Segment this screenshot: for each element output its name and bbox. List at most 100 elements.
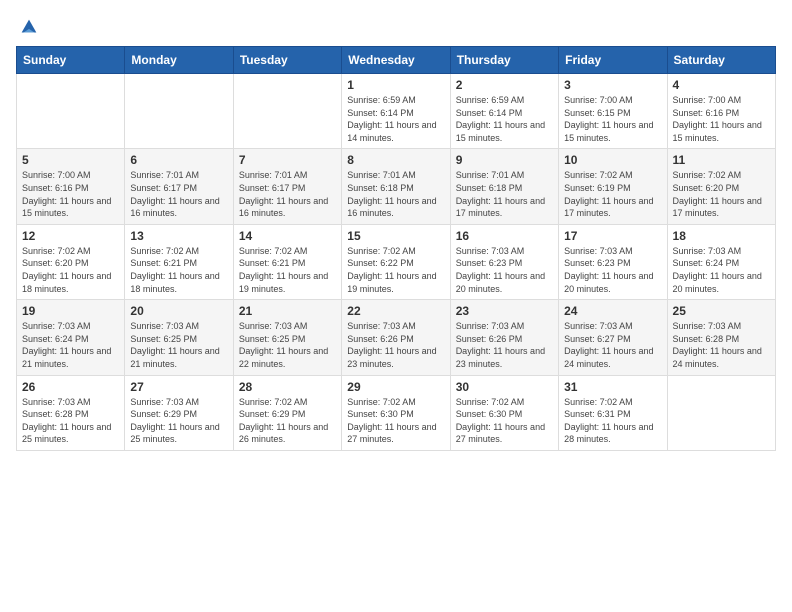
day-info: Sunrise: 7:02 AM Sunset: 6:21 PM Dayligh… [130,245,227,295]
day-info: Sunrise: 7:03 AM Sunset: 6:28 PM Dayligh… [22,396,119,446]
day-number: 21 [239,304,336,318]
day-number: 28 [239,380,336,394]
day-info: Sunrise: 7:02 AM Sunset: 6:30 PM Dayligh… [347,396,444,446]
calendar-day-15: 15Sunrise: 7:02 AM Sunset: 6:22 PM Dayli… [342,224,450,299]
day-info: Sunrise: 6:59 AM Sunset: 6:14 PM Dayligh… [456,94,553,144]
day-info: Sunrise: 7:01 AM Sunset: 6:18 PM Dayligh… [456,169,553,219]
day-number: 10 [564,153,661,167]
day-number: 23 [456,304,553,318]
weekday-header-sunday: Sunday [17,47,125,74]
logo [16,16,40,34]
day-number: 25 [673,304,770,318]
calendar-week-row: 19 Sunrise: 7:03 AM Sunset: 6:24 PM Dayli… [17,300,776,375]
calendar-week-row: 5 Sunrise: 7:00 AM Sunset: 6:16 PM Daylig… [17,149,776,224]
weekday-header-tuesday: Tuesday [233,47,341,74]
calendar-empty-cell [125,74,233,149]
calendar-day-2: 2 Sunrise: 6:59 AM Sunset: 6:14 PM Daylig… [450,74,558,149]
day-number: 18 [673,229,770,243]
calendar-day-19: 19 Sunrise: 7:03 AM Sunset: 6:24 PM Dayli… [17,300,125,375]
calendar-day-12: 12 Sunrise: 7:02 AM Sunset: 6:20 PM Dayli… [17,224,125,299]
day-info: Sunrise: 7:00 AM Sunset: 6:15 PM Dayligh… [564,94,661,144]
day-info: Sunrise: 7:03 AM Sunset: 6:29 PM Dayligh… [130,396,227,446]
calendar-day-28: 28 Sunrise: 7:02 AM Sunset: 6:29 PM Dayli… [233,375,341,450]
day-number: 22 [347,304,444,318]
calendar-day-3: 3 Sunrise: 7:00 AM Sunset: 6:15 PM Daylig… [559,74,667,149]
day-number: 2 [456,78,553,92]
day-number: 6 [130,153,227,167]
day-info: Sunrise: 7:03 AM Sunset: 6:23 PM Dayligh… [456,245,553,295]
day-number: 29 [347,380,444,394]
day-number: 16 [456,229,553,243]
day-number: 14 [239,229,336,243]
calendar-day-7: 7 Sunrise: 7:01 AM Sunset: 6:17 PM Daylig… [233,149,341,224]
day-info: Sunrise: 7:03 AM Sunset: 6:28 PM Dayligh… [673,320,770,370]
weekday-header-friday: Friday [559,47,667,74]
calendar-day-30: 30 Sunrise: 7:02 AM Sunset: 6:30 PM Dayli… [450,375,558,450]
calendar-day-31: 31 Sunrise: 7:02 AM Sunset: 6:31 PM Dayli… [559,375,667,450]
calendar-day-23: 23 Sunrise: 7:03 AM Sunset: 6:26 PM Dayli… [450,300,558,375]
day-info: Sunrise: 7:01 AM Sunset: 6:17 PM Dayligh… [239,169,336,219]
calendar-day-17: 17 Sunrise: 7:03 AM Sunset: 6:23 PM Dayli… [559,224,667,299]
day-info: Sunrise: 7:02 AM Sunset: 6:30 PM Dayligh… [456,396,553,446]
day-info: Sunrise: 7:02 AM Sunset: 6:21 PM Dayligh… [239,245,336,295]
day-number: 26 [22,380,119,394]
day-number: 20 [130,304,227,318]
day-number: 3 [564,78,661,92]
day-info: Sunrise: 7:01 AM Sunset: 6:18 PM Dayligh… [347,169,444,219]
day-number: 5 [22,153,119,167]
calendar-day-26: 26 Sunrise: 7:03 AM Sunset: 6:28 PM Dayli… [17,375,125,450]
day-info: Sunrise: 7:02 AM Sunset: 6:29 PM Dayligh… [239,396,336,446]
calendar-header-row: SundayMondayTuesdayWednesdayThursdayFrid… [17,47,776,74]
day-number: 11 [673,153,770,167]
calendar-day-8: 8 Sunrise: 7:01 AM Sunset: 6:18 PM Daylig… [342,149,450,224]
day-info: Sunrise: 7:03 AM Sunset: 6:23 PM Dayligh… [564,245,661,295]
day-number: 24 [564,304,661,318]
day-info: Sunrise: 7:02 AM Sunset: 6:20 PM Dayligh… [673,169,770,219]
day-number: 30 [456,380,553,394]
day-info: Sunrise: 7:03 AM Sunset: 6:25 PM Dayligh… [130,320,227,370]
logo-icon [18,16,40,38]
weekday-header-thursday: Thursday [450,47,558,74]
day-number: 1 [347,78,444,92]
day-number: 4 [673,78,770,92]
calendar-table: SundayMondayTuesdayWednesdayThursdayFrid… [16,46,776,451]
calendar-day-29: 29 Sunrise: 7:02 AM Sunset: 6:30 PM Dayli… [342,375,450,450]
day-info: Sunrise: 7:02 AM Sunset: 6:20 PM Dayligh… [22,245,119,295]
day-number: 7 [239,153,336,167]
calendar-day-18: 18 Sunrise: 7:03 AM Sunset: 6:24 PM Dayli… [667,224,775,299]
calendar-day-20: 20 Sunrise: 7:03 AM Sunset: 6:25 PM Dayli… [125,300,233,375]
day-info: Sunrise: 7:03 AM Sunset: 6:24 PM Dayligh… [22,320,119,370]
calendar-day-9: 9Sunrise: 7:01 AM Sunset: 6:18 PM Daylig… [450,149,558,224]
day-info: Sunrise: 6:59 AM Sunset: 6:14 PM Dayligh… [347,94,444,144]
calendar-empty-cell [667,375,775,450]
weekday-header-wednesday: Wednesday [342,47,450,74]
day-number: 13 [130,229,227,243]
day-number: 17 [564,229,661,243]
day-info: Sunrise: 7:03 AM Sunset: 6:26 PM Dayligh… [456,320,553,370]
day-info: Sunrise: 7:00 AM Sunset: 6:16 PM Dayligh… [22,169,119,219]
page-header [16,16,776,34]
day-number: 31 [564,380,661,394]
day-info: Sunrise: 7:01 AM Sunset: 6:17 PM Dayligh… [130,169,227,219]
day-number: 8 [347,153,444,167]
calendar-week-row: 1 Sunrise: 6:59 AM Sunset: 6:14 PM Daylig… [17,74,776,149]
calendar-day-27: 27Sunrise: 7:03 AM Sunset: 6:29 PM Dayli… [125,375,233,450]
calendar-day-4: 4 Sunrise: 7:00 AM Sunset: 6:16 PM Daylig… [667,74,775,149]
day-info: Sunrise: 7:02 AM Sunset: 6:31 PM Dayligh… [564,396,661,446]
calendar-day-25: 25 Sunrise: 7:03 AM Sunset: 6:28 PM Dayli… [667,300,775,375]
day-info: Sunrise: 7:03 AM Sunset: 6:26 PM Dayligh… [347,320,444,370]
calendar-day-22: 22 Sunrise: 7:03 AM Sunset: 6:26 PM Dayli… [342,300,450,375]
day-info: Sunrise: 7:03 AM Sunset: 6:24 PM Dayligh… [673,245,770,295]
calendar-week-row: 26 Sunrise: 7:03 AM Sunset: 6:28 PM Dayli… [17,375,776,450]
calendar-day-21: 21Sunrise: 7:03 AM Sunset: 6:25 PM Dayli… [233,300,341,375]
day-info: Sunrise: 7:02 AM Sunset: 6:19 PM Dayligh… [564,169,661,219]
day-number: 19 [22,304,119,318]
weekday-header-monday: Monday [125,47,233,74]
calendar-day-10: 10 Sunrise: 7:02 AM Sunset: 6:19 PM Dayli… [559,149,667,224]
calendar-week-row: 12 Sunrise: 7:02 AM Sunset: 6:20 PM Dayli… [17,224,776,299]
calendar-day-16: 16 Sunrise: 7:03 AM Sunset: 6:23 PM Dayli… [450,224,558,299]
calendar-day-14: 14 Sunrise: 7:02 AM Sunset: 6:21 PM Dayli… [233,224,341,299]
calendar-empty-cell [233,74,341,149]
day-number: 12 [22,229,119,243]
day-info: Sunrise: 7:00 AM Sunset: 6:16 PM Dayligh… [673,94,770,144]
